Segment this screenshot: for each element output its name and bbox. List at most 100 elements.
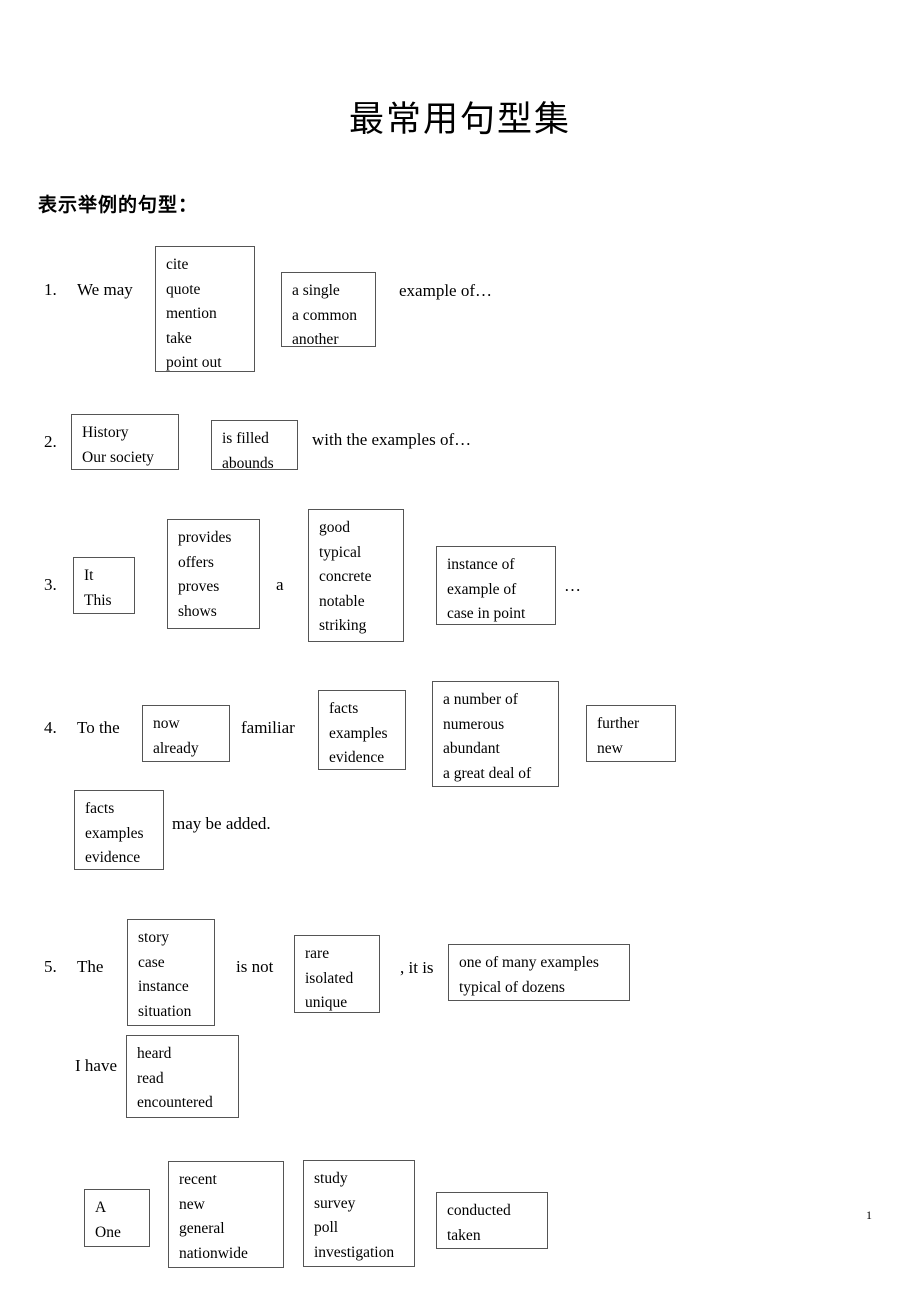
item-5-lead: The: [77, 957, 104, 976]
option: A: [95, 1199, 107, 1216]
option: now: [153, 715, 180, 732]
item-4-mid: familiar: [241, 718, 295, 737]
option: general: [179, 1220, 225, 1237]
item-5-lead-2: I have: [75, 1056, 118, 1075]
item-4-box-4: further new: [586, 705, 676, 762]
item-4-box-1: now already: [142, 705, 230, 762]
option: a common: [292, 306, 357, 324]
document-page: 最常用句型集 表示举例的句型： 1. We may cite quote men…: [0, 0, 920, 1302]
option: is filled: [222, 430, 269, 447]
item-3-number: 3.: [44, 575, 57, 594]
option: study: [314, 1170, 348, 1187]
option: This: [84, 591, 112, 609]
option: offers: [178, 553, 214, 571]
item-5-number: 5.: [44, 957, 57, 976]
option: examples: [85, 824, 144, 842]
option: recent: [179, 1171, 217, 1188]
option: notable: [319, 592, 365, 610]
option: point out: [166, 354, 222, 371]
item-5-mid-2: , it is: [400, 958, 434, 977]
option: It: [84, 567, 94, 584]
option: a single: [292, 282, 340, 299]
option: good: [319, 519, 350, 536]
option: investigation: [314, 1243, 395, 1261]
option: typical of dozens: [459, 978, 565, 996]
item-6-box-3: study survey poll investigation: [303, 1160, 415, 1267]
option: examples: [329, 724, 388, 742]
option: Our society: [82, 448, 154, 466]
item-3-box-3: good typical concrete notable striking: [308, 509, 404, 642]
option: quote: [166, 280, 201, 298]
item-3-article: a: [276, 575, 284, 594]
item-3-ellipsis: …: [564, 576, 581, 595]
item-6-box-1: A One: [84, 1189, 150, 1247]
item-6-box-4: conducted taken: [436, 1192, 548, 1249]
item-5-box-4: heard read encountered: [126, 1035, 239, 1118]
option: evidence: [329, 749, 385, 766]
item-5-box-1: story case instance situation: [127, 919, 215, 1026]
item-1-box-1: cite quote mention take point out: [155, 246, 255, 372]
option: numerous: [443, 715, 505, 733]
option: already: [153, 739, 199, 757]
item-4-lead: To the: [77, 718, 120, 737]
option: instance of: [447, 556, 515, 573]
item-2-number: 2.: [44, 432, 57, 451]
option: another: [292, 331, 339, 348]
option: mention: [166, 305, 217, 322]
item-4-box-3: a number of numerous abundant a great de…: [432, 681, 559, 787]
item-6-box-2: recent new general nationwide: [168, 1161, 284, 1268]
item-4-box-2: facts examples evidence: [318, 690, 406, 770]
item-1-box-2: a single a common another: [281, 272, 376, 348]
option: situation: [138, 1002, 192, 1020]
option: conducted: [447, 1202, 511, 1219]
option: story: [138, 929, 169, 946]
option: abundant: [443, 740, 500, 757]
option: rare: [305, 945, 330, 962]
option: History: [82, 424, 129, 441]
option: one of many examples: [459, 954, 599, 971]
item-4-tail: may be added.: [172, 814, 271, 833]
option: abounds: [222, 454, 274, 472]
item-1-lead: We may: [77, 280, 133, 299]
option: a great deal of: [443, 764, 532, 782]
option: further: [597, 715, 640, 732]
option: nationwide: [179, 1244, 248, 1262]
option: taken: [447, 1226, 481, 1244]
option: encountered: [137, 1094, 213, 1111]
option: survey: [314, 1194, 356, 1212]
option: example of: [447, 580, 517, 598]
item-5-box-3: one of many examples typical of dozens: [448, 944, 630, 1001]
item-2-box-1: History Our society: [71, 414, 179, 470]
item-3-box-2: provides offers proves shows: [167, 519, 260, 629]
section-heading: 表示举例的句型：: [38, 194, 199, 216]
option: instance: [138, 978, 189, 995]
option: case: [138, 953, 165, 971]
item-3-box-1: It This: [73, 557, 135, 614]
page-title: 最常用句型集: [348, 100, 571, 140]
item-1-number: 1.: [44, 280, 57, 299]
option: facts: [85, 800, 115, 817]
option: typical: [319, 543, 362, 561]
page-number: 1: [866, 1208, 872, 1222]
item-3-box-4: instance of example of case in point: [436, 546, 556, 625]
option: heard: [137, 1045, 172, 1062]
option: a number of: [443, 691, 518, 708]
option: unique: [305, 994, 348, 1011]
option: provides: [178, 529, 232, 546]
item-5-mid: is not: [236, 957, 274, 976]
option: isolated: [305, 969, 354, 987]
option: case in point: [447, 605, 526, 622]
option: new: [597, 739, 623, 757]
option: poll: [314, 1219, 339, 1236]
item-5-box-2: rare isolated unique: [294, 935, 380, 1013]
item-2-tail: with the examples of…: [312, 430, 472, 449]
option: shows: [178, 602, 217, 620]
option: cite: [166, 256, 189, 273]
option: evidence: [85, 849, 141, 866]
item-4-number: 4.: [44, 718, 57, 737]
option: One: [95, 1223, 121, 1241]
item-4-box-5: facts examples evidence: [74, 790, 164, 870]
option: concrete: [319, 568, 372, 585]
option: proves: [178, 578, 220, 595]
item-1-tail: example of…: [399, 281, 492, 300]
